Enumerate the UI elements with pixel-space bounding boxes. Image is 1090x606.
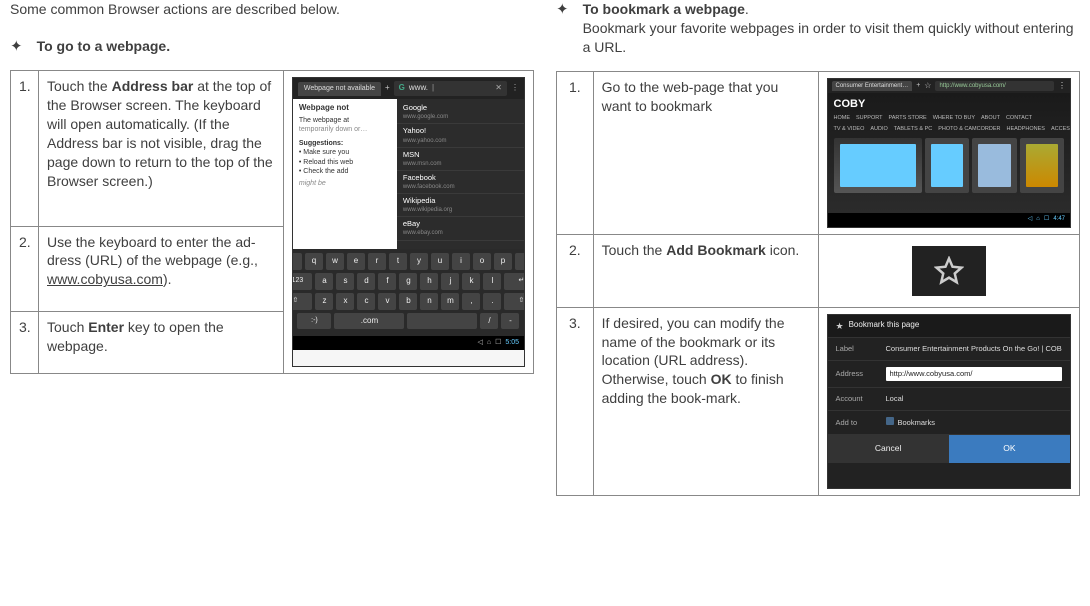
back-icon[interactable]: ◁ <box>1028 215 1033 223</box>
step-text: Use the keyboard to enter the ad-dress (… <box>39 226 284 312</box>
ok-button[interactable]: OK <box>949 435 1070 462</box>
browser-keyboard-screenshot: Webpage not available + G www.| ✕ ⋮ <box>283 71 533 374</box>
home-icon[interactable]: ⌂ <box>487 338 491 347</box>
url-suggestions-list[interactable]: Googlewww.google.com Yahoo!www.yahoo.com… <box>397 99 524 249</box>
right-column: ✦ To bookmark a webpage. Bookmark your f… <box>556 0 1080 496</box>
step-text: Touch the Address bar at the top of the … <box>39 71 284 226</box>
backspace-key[interactable]: ⌫ <box>515 253 525 270</box>
star-icon: ✦ <box>556 0 569 57</box>
recents-icon[interactable]: ☐ <box>1044 215 1049 223</box>
left-heading-line: ✦ To go to a webpage. <box>10 37 534 57</box>
sym-key[interactable]: :-) <box>297 313 331 330</box>
clear-icon[interactable]: ✕ <box>495 83 502 94</box>
cancel-button[interactable]: Cancel <box>828 435 949 462</box>
search-engine-icon: G <box>399 83 405 94</box>
address-bar[interactable]: G www.| ✕ <box>394 81 507 96</box>
star-icon: ★ <box>836 320 844 332</box>
step-text: Go to the web-page that you want to book… <box>593 71 818 234</box>
right-heading-subtext: Bookmark your favorite webpages in order… <box>583 20 1074 55</box>
step-number: 1. <box>11 71 39 226</box>
step-number: 1. <box>557 71 594 234</box>
step-number: 3. <box>11 312 39 374</box>
dialog-title: Bookmark this page <box>849 320 920 331</box>
status-time: 4:47 <box>1053 215 1065 223</box>
step-text: Touch the Add Bookmark icon. <box>593 234 818 307</box>
intro-text: Some common Browser actions are describe… <box>10 0 534 19</box>
left-column: Some common Browser actions are describe… <box>10 0 534 496</box>
coby-logo: COBY <box>834 97 1065 112</box>
shift-key[interactable]: ⇧ <box>504 293 525 310</box>
step-number: 2. <box>557 234 594 307</box>
menu-icon[interactable]: ⋮ <box>511 83 519 94</box>
address-bar[interactable]: http://www.cobyusa.com/ <box>935 81 1054 91</box>
tab-key[interactable]: Tab <box>292 253 302 270</box>
browser-tab[interactable]: Webpage not available <box>298 82 381 95</box>
bookmark-address-field[interactable]: http://www.cobyusa.com/ <box>886 367 1063 381</box>
recents-icon[interactable]: ☐ <box>495 338 501 347</box>
step-text: If desired, you can modify the name of t… <box>593 307 818 495</box>
coby-website-screenshot: Consumer Entertainment… + ☆ http://www.c… <box>818 71 1080 234</box>
back-icon[interactable]: ◁ <box>477 338 482 347</box>
bookmark-account-field[interactable]: Local <box>886 394 1063 404</box>
dotcom-key[interactable]: .com <box>334 313 404 330</box>
add-bookmark-icon-screenshot <box>818 234 1080 307</box>
star-icon: ✦ <box>10 37 23 57</box>
status-time: 5:05 <box>505 338 519 347</box>
home-icon[interactable]: ⌂ <box>1036 215 1040 223</box>
bookmark-webpage-steps-table: 1. Go to the web-page that you want to b… <box>556 71 1080 496</box>
shift-key[interactable]: ⇧ <box>292 293 313 310</box>
left-heading: To go to a webpage. <box>37 37 534 57</box>
bookmark-dialog-screenshot: ★ Bookmark this page Label Consumer Ente… <box>818 307 1080 495</box>
bookmark-star-icon[interactable]: ☆ <box>924 81 931 92</box>
step-number: 2. <box>11 226 39 312</box>
bookmark-addto-field[interactable]: Bookmarks <box>886 417 1063 428</box>
menu-icon[interactable]: ⋮ <box>1058 81 1066 92</box>
bookmark-star-icon[interactable] <box>912 246 986 296</box>
on-screen-keyboard[interactable]: Tab q w e r t y u i o p <box>293 249 524 336</box>
bookmark-label-field[interactable]: Consumer Entertainment Products On the G… <box>886 344 1063 354</box>
step-number: 3. <box>557 307 594 495</box>
step-text: Touch Enter key to open the webpage. <box>39 312 284 374</box>
enter-key[interactable]: ↵ <box>504 273 525 290</box>
new-tab-icon[interactable]: + <box>385 83 390 94</box>
right-heading: To bookmark a webpage <box>583 1 745 17</box>
go-to-webpage-steps-table: 1. Touch the Address bar at the top of t… <box>10 70 534 374</box>
right-heading-line: ✦ To bookmark a webpage. Bookmark your f… <box>556 0 1080 57</box>
symbols-key[interactable]: ?123 <box>292 273 313 290</box>
new-tab-icon[interactable]: + <box>916 81 920 90</box>
bookmarks-icon <box>886 417 894 425</box>
two-column-layout: Some common Browser actions are describe… <box>10 0 1080 496</box>
space-key[interactable] <box>407 313 477 330</box>
